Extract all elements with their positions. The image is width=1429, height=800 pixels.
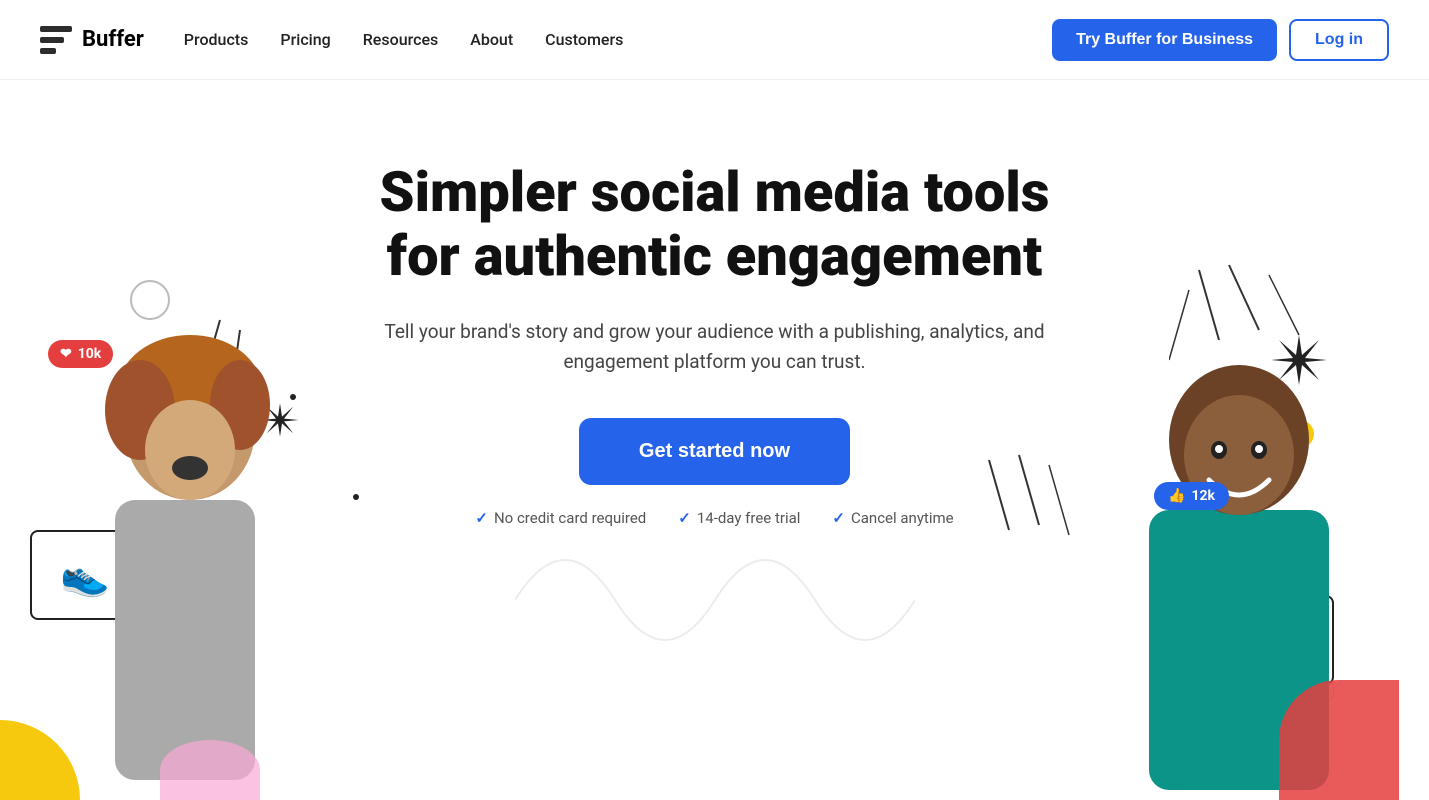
thumbs-icon: 👍	[1168, 488, 1185, 504]
hero-title-line1: Simpler social media tools	[380, 159, 1050, 225]
trust-label-2: 14-day free trial	[697, 509, 801, 527]
nav-right: Try Buffer for Business Log in	[1052, 19, 1389, 61]
get-started-button[interactable]: Get started now	[579, 418, 850, 485]
starburst-right	[1269, 330, 1329, 390]
nav-links: Products Pricing Resources About Custome…	[184, 30, 624, 49]
black-dot-1	[290, 394, 296, 400]
trust-badge-3: ✓ Cancel anytime	[832, 509, 953, 527]
yellow-dot	[1286, 420, 1314, 448]
pink-shape	[160, 740, 260, 800]
nav-about[interactable]: About	[470, 30, 513, 49]
nav-resources[interactable]: Resources	[363, 30, 439, 49]
black-dot-2	[353, 494, 359, 500]
like-count-right: 12k	[1191, 488, 1215, 504]
logo-text: Buffer	[82, 27, 144, 52]
trust-badge-1: ✓ No credit card required	[475, 509, 646, 527]
hero-title-line2: for authentic engagement	[387, 223, 1042, 289]
yellow-semicircle	[0, 720, 80, 800]
trust-label-3: Cancel anytime	[851, 509, 954, 527]
trust-badge-2: ✓ 14-day free trial	[678, 509, 800, 527]
like-badge-right: 👍 12k	[1154, 482, 1229, 510]
circle-decoration	[130, 280, 170, 320]
sold-out-badge: sold out	[1284, 683, 1334, 700]
nav-customers[interactable]: Customers	[545, 30, 623, 49]
trust-badges: ✓ No credit card required ✓ 14-day free …	[475, 509, 953, 527]
person-left	[60, 320, 310, 800]
hero-section: ❤ 10k 👍 12k 👟 👟 sold out	[0, 80, 1429, 800]
shoe-icon-right: 👟	[1254, 617, 1304, 664]
nav-pricing[interactable]: Pricing	[280, 30, 330, 49]
trust-label-1: No credit card required	[494, 509, 646, 527]
deco-lines-right-top	[1169, 260, 1349, 420]
check-icon-1: ✓	[475, 509, 488, 527]
buffer-icon	[40, 26, 72, 54]
hero-title: Simpler social media tools for authentic…	[380, 160, 1050, 289]
person-right	[1089, 310, 1389, 800]
check-icon-2: ✓	[678, 509, 691, 527]
logo[interactable]: Buffer	[40, 26, 144, 54]
login-button[interactable]: Log in	[1289, 19, 1389, 61]
like-badge-left: ❤ 10k	[48, 340, 113, 368]
wave-decoration	[515, 500, 915, 700]
try-buffer-business-button[interactable]: Try Buffer for Business	[1052, 19, 1277, 61]
check-icon-3: ✓	[832, 509, 845, 527]
red-shape	[1279, 680, 1399, 800]
deco-lines-bottom-right	[979, 450, 1079, 550]
starburst-left	[260, 400, 300, 440]
like-count-left: 10k	[78, 346, 102, 362]
heart-icon: ❤	[60, 346, 72, 362]
shoe-icon-left: 👟	[60, 552, 110, 599]
shoe-card-left: 👟	[30, 530, 140, 620]
deco-lines-left	[160, 310, 280, 430]
nav-left: Buffer Products Pricing Resources About …	[40, 26, 623, 54]
hero-subtitle: Tell your brand's story and grow your au…	[375, 317, 1055, 378]
shoe-card-right: 👟	[1224, 595, 1334, 685]
navbar: Buffer Products Pricing Resources About …	[0, 0, 1429, 80]
nav-products[interactable]: Products	[184, 30, 249, 49]
